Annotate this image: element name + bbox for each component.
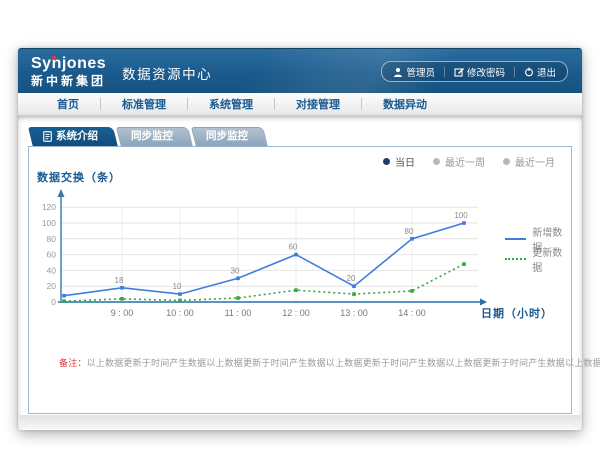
logo-text-en: Synjones — [31, 56, 106, 72]
svg-text:12 : 00: 12 : 00 — [282, 308, 310, 318]
panel-footer — [19, 415, 581, 429]
svg-text:80: 80 — [47, 234, 57, 244]
radio-dot-icon — [433, 158, 440, 165]
radio-dot-icon — [503, 158, 510, 165]
tab-bar: 系统介绍 同步监控 同步监控 — [28, 127, 266, 146]
range-filter: 当日 最近一周 最近一月 — [383, 154, 555, 169]
svg-text:10: 10 — [173, 282, 182, 291]
svg-text:80: 80 — [405, 227, 414, 236]
user-icon — [393, 67, 403, 77]
user-menu: 管理员 修改密码 退出 — [381, 61, 568, 82]
footnote-body: 以上数据更新于时间产生数据以上数据更新于时间产生数据以上数据更新于时间产生数据以… — [87, 358, 600, 368]
app-header: Synjones 新中新集团 数据资源中心 管理员 — [18, 48, 582, 93]
logo-text-cn: 新中新集团 — [31, 75, 106, 87]
dotted-line-icon — [505, 258, 526, 260]
power-icon — [524, 67, 534, 77]
y-axis-title: 数据交换（条） — [37, 169, 121, 185]
logout-button[interactable]: 退出 — [524, 65, 556, 79]
divider — [444, 67, 445, 77]
brand-logo: Synjones 新中新集团 — [31, 56, 106, 87]
svg-text:10 : 00: 10 : 00 — [166, 308, 194, 318]
svg-text:20: 20 — [347, 274, 356, 283]
radio-last-week[interactable]: 最近一周 — [433, 154, 485, 169]
radio-last-month[interactable]: 最近一月 — [503, 154, 555, 169]
svg-text:40: 40 — [47, 265, 57, 275]
svg-text:11 : 00: 11 : 00 — [225, 308, 252, 318]
tab-sync-monitor-2[interactable]: 同步监控 — [191, 127, 263, 146]
chart-panel: 当日 最近一周 最近一月 数据交换（条） 0 20 40 60 80 100 120 9 : … — [28, 146, 572, 414]
nav-item-system-mgmt[interactable]: 系统管理 — [188, 96, 274, 112]
content-area: 系统介绍 同步监控 同步监控 当日 最近一周 — [18, 116, 582, 430]
tab-sync-monitor-1[interactable]: 同步监控 — [116, 127, 188, 146]
legend-item-updated-data: 更新数据 — [505, 249, 571, 269]
nav-item-data-change[interactable]: 数据异动 — [362, 96, 448, 112]
svg-text:30: 30 — [231, 266, 240, 275]
svg-text:20: 20 — [47, 281, 57, 291]
nav-item-interface-mgmt[interactable]: 对接管理 — [275, 96, 361, 112]
admin-button[interactable]: 管理员 — [393, 65, 435, 79]
svg-text:14 : 00: 14 : 00 — [398, 308, 426, 318]
portal-panel: Synjones 新中新集团 数据资源中心 管理员 — [18, 48, 582, 430]
svg-text:13 : 00: 13 : 00 — [340, 308, 368, 318]
tab-system-intro[interactable]: 系统介绍 — [28, 127, 113, 146]
edit-icon — [454, 67, 464, 77]
svg-text:100: 100 — [454, 211, 468, 220]
x-axis-title: 日期（小时） — [481, 305, 553, 321]
svg-text:60: 60 — [289, 243, 298, 252]
svg-text:18: 18 — [115, 276, 124, 285]
main-nav: 首页 标准管理 系统管理 对接管理 数据异动 — [18, 93, 582, 116]
solid-line-icon — [505, 238, 526, 240]
page-title: 数据资源中心 — [122, 63, 212, 83]
svg-text:0: 0 — [51, 297, 56, 307]
svg-text:100: 100 — [42, 218, 56, 228]
change-password-button[interactable]: 修改密码 — [454, 65, 505, 79]
app-window: Synjones 新中新集团 数据资源中心 管理员 — [0, 0, 600, 450]
radio-today[interactable]: 当日 — [383, 154, 415, 169]
line-chart: 0 20 40 60 80 100 120 9 : 00 10 : 00 11 : 00 12 : … — [33, 185, 493, 325]
footnote: 备注：以上数据更新于时间产生数据以上数据更新于时间产生数据以上数据更新于时间产生… — [59, 356, 600, 369]
nav-item-standard-mgmt[interactable]: 标准管理 — [101, 96, 187, 112]
svg-text:9 : 00: 9 : 00 — [111, 308, 134, 318]
svg-text:120: 120 — [42, 202, 56, 212]
document-icon — [43, 131, 52, 142]
radio-dot-icon — [383, 158, 390, 165]
nav-item-home[interactable]: 首页 — [36, 96, 100, 112]
divider — [514, 67, 515, 77]
footnote-prefix: 备注： — [59, 358, 87, 368]
logo-red-dot-icon — [52, 56, 56, 60]
chart-legend: 新增数据 更新数据 — [505, 229, 571, 269]
svg-text:60: 60 — [47, 250, 57, 260]
